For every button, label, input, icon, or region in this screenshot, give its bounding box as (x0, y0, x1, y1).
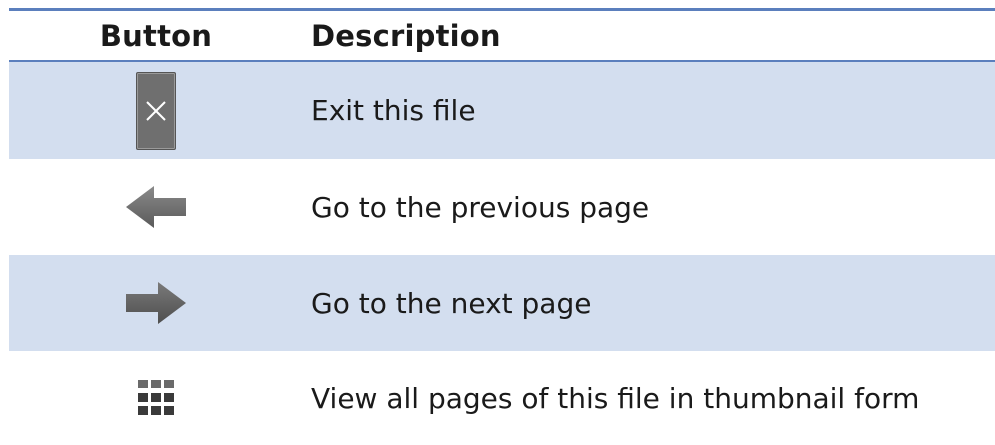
thumbnail-grid-icon (138, 380, 174, 416)
header-description: Description (311, 18, 501, 53)
table-row: Go to the next page (9, 255, 995, 351)
button-cell (9, 71, 303, 150)
table-row: View all pages of this file in thumbnail… (9, 351, 995, 445)
button-description-table: Button Description Exit this file Go to … (9, 8, 995, 445)
header-button: Button (99, 18, 213, 53)
close-icon (136, 71, 176, 150)
arrow-right-icon (124, 280, 188, 326)
arrow-left-icon (124, 184, 188, 230)
description-cell: Exit this file (311, 94, 476, 127)
description-cell: View all pages of this file in thumbnail… (311, 381, 920, 415)
button-cell (9, 184, 303, 230)
button-cell (9, 280, 303, 326)
table-row: Go to the previous page (9, 159, 995, 255)
description-cell: Go to the previous page (311, 190, 650, 224)
description-cell: Go to the next page (311, 286, 592, 320)
table-header: Button Description (9, 11, 995, 62)
table-row: Exit this file (9, 62, 995, 159)
button-cell (9, 380, 303, 416)
